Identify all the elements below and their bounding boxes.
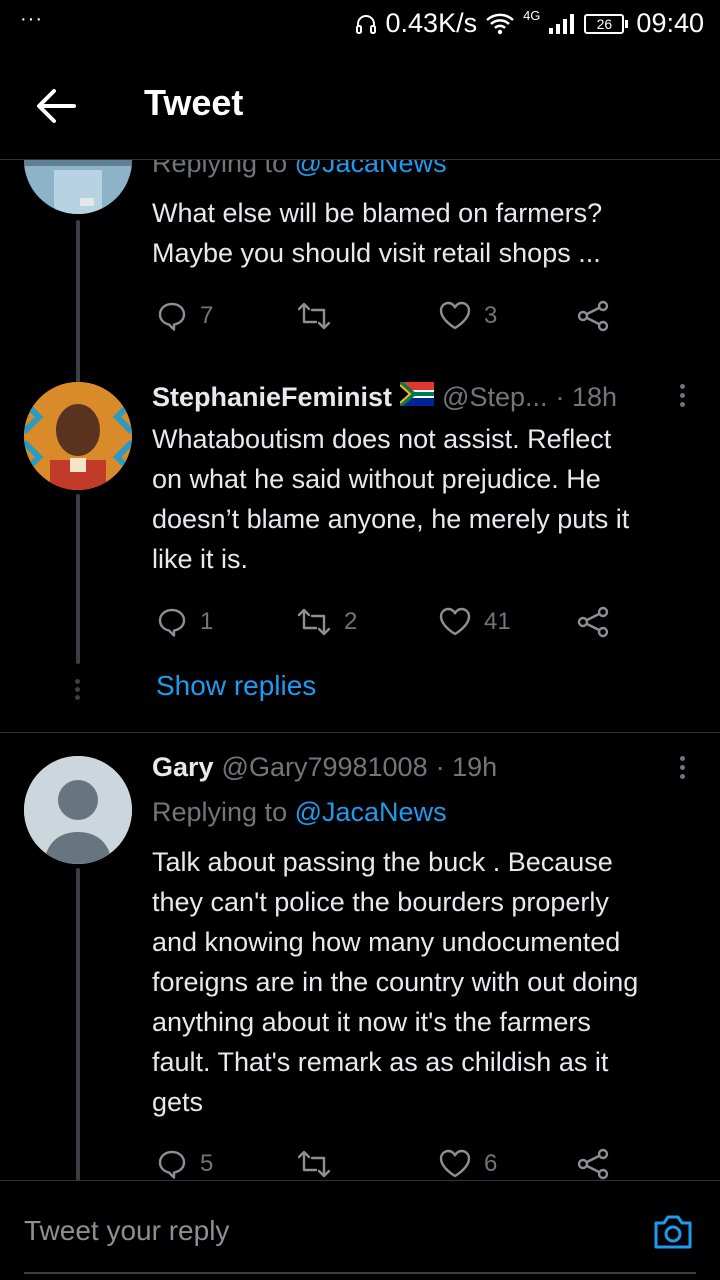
network-type: 4G <box>523 8 541 23</box>
share-icon <box>577 1148 609 1180</box>
like-button[interactable]: 3 <box>438 300 497 332</box>
like-button[interactable]: 41 <box>438 606 511 638</box>
share-icon <box>577 300 609 332</box>
south-africa-flag-icon <box>398 380 435 413</box>
reply-icon <box>158 302 186 331</box>
display-name[interactable]: Gary <box>152 752 214 783</box>
tweet-header: Gary @Gary79981008 · 19h <box>152 752 700 783</box>
like-count: 6 <box>484 1150 498 1177</box>
replying-to: Replying to @JacaNews <box>152 160 700 179</box>
tweet-text: Talk about passing the buck . Because th… <box>152 847 639 1117</box>
reply-icon <box>158 608 186 637</box>
reply-bar: Tweet your reply <box>0 1180 720 1280</box>
like-count: 41 <box>484 608 511 635</box>
network-speed: 0.43K/s <box>385 8 478 38</box>
reply-count: 5 <box>200 1150 214 1177</box>
retweet-icon <box>297 608 331 636</box>
share-icon <box>577 606 609 638</box>
tweet-body: StephanieFeminist @Step... · 18h Whatabo… <box>152 380 700 579</box>
retweet-button[interactable] <box>296 1148 344 1180</box>
reply-button[interactable]: 1 <box>156 606 213 638</box>
reply-icon <box>158 1150 186 1179</box>
camera-icon[interactable] <box>652 1211 694 1251</box>
reply-button[interactable]: 7 <box>156 300 213 332</box>
reply-button[interactable]: 5 <box>156 1148 213 1180</box>
like-count: 3 <box>484 302 498 329</box>
show-replies-link[interactable]: Show replies <box>156 670 316 702</box>
like-button[interactable]: 6 <box>438 1148 497 1180</box>
user-handle: @Step... <box>442 382 548 412</box>
wifi-icon <box>485 12 515 36</box>
thread-dots <box>75 676 81 703</box>
tweet-time: · 18h <box>555 382 618 412</box>
heart-icon <box>439 1149 471 1178</box>
retweet-button[interactable] <box>296 300 344 332</box>
tweet-text: Whataboutism does not assist. Reflect on… <box>152 424 630 574</box>
thread-line <box>76 868 80 1180</box>
heart-icon <box>439 607 471 636</box>
notification-dots: ··· <box>20 8 43 30</box>
top-app-bar: Tweet <box>0 50 720 160</box>
heart-icon <box>439 301 471 330</box>
default-avatar-icon[interactable] <box>24 756 132 864</box>
tweet-time: · 19h <box>435 752 498 782</box>
battery-level: 26 <box>584 13 625 34</box>
tweet-header: StephanieFeminist @Step... · 18h <box>152 380 700 413</box>
more-options-icon[interactable] <box>672 752 692 786</box>
page-title: Tweet <box>144 82 244 123</box>
replying-to-link[interactable]: @JacaNews <box>295 160 447 178</box>
retweet-icon <box>297 302 331 330</box>
reply-input[interactable]: Tweet your reply <box>24 1215 229 1247</box>
tweet-text: What else will be blamed on farmers? May… <box>152 198 603 268</box>
tweet-actions: 7 3 <box>152 300 632 340</box>
more-options-icon[interactable] <box>672 380 692 414</box>
avatar[interactable] <box>24 382 132 490</box>
tweet-body: Gary @Gary79981008 · 19h Replying to @Ja… <box>152 752 700 1122</box>
replying-to: Replying to @JacaNews <box>152 797 447 827</box>
share-button[interactable] <box>576 1148 610 1180</box>
retweet-button[interactable]: 2 <box>296 606 357 638</box>
tweet-body: Replying to @JacaNews What else will be … <box>152 160 700 273</box>
clock: 09:40 <box>636 8 704 38</box>
retweet-count: 2 <box>344 608 358 635</box>
arrow-left-icon[interactable] <box>34 86 78 126</box>
display-name[interactable]: StephanieFeminist <box>152 382 392 413</box>
thread-line <box>76 494 80 664</box>
thread-content[interactable]: Replying to @JacaNews What else will be … <box>0 160 720 1180</box>
retweet-icon <box>297 1150 331 1178</box>
tweet-actions: 5 6 <box>152 1148 632 1180</box>
reply-count: 1 <box>200 608 214 635</box>
signal-icon <box>548 12 576 36</box>
reply-count: 7 <box>200 302 214 329</box>
headphones-icon <box>354 12 378 36</box>
battery-icon: 26 <box>584 13 629 34</box>
tweet-actions: 1 2 41 <box>152 606 632 646</box>
user-handle: @Gary79981008 <box>221 752 428 782</box>
replying-to-link[interactable]: @JacaNews <box>295 797 447 827</box>
share-button[interactable] <box>576 300 610 332</box>
avatar[interactable] <box>24 160 132 214</box>
input-underline <box>24 1272 696 1274</box>
share-button[interactable] <box>576 606 610 638</box>
divider <box>0 732 720 733</box>
status-bar: ··· 0.43K/s 4G 26 09:40 <box>0 0 720 50</box>
